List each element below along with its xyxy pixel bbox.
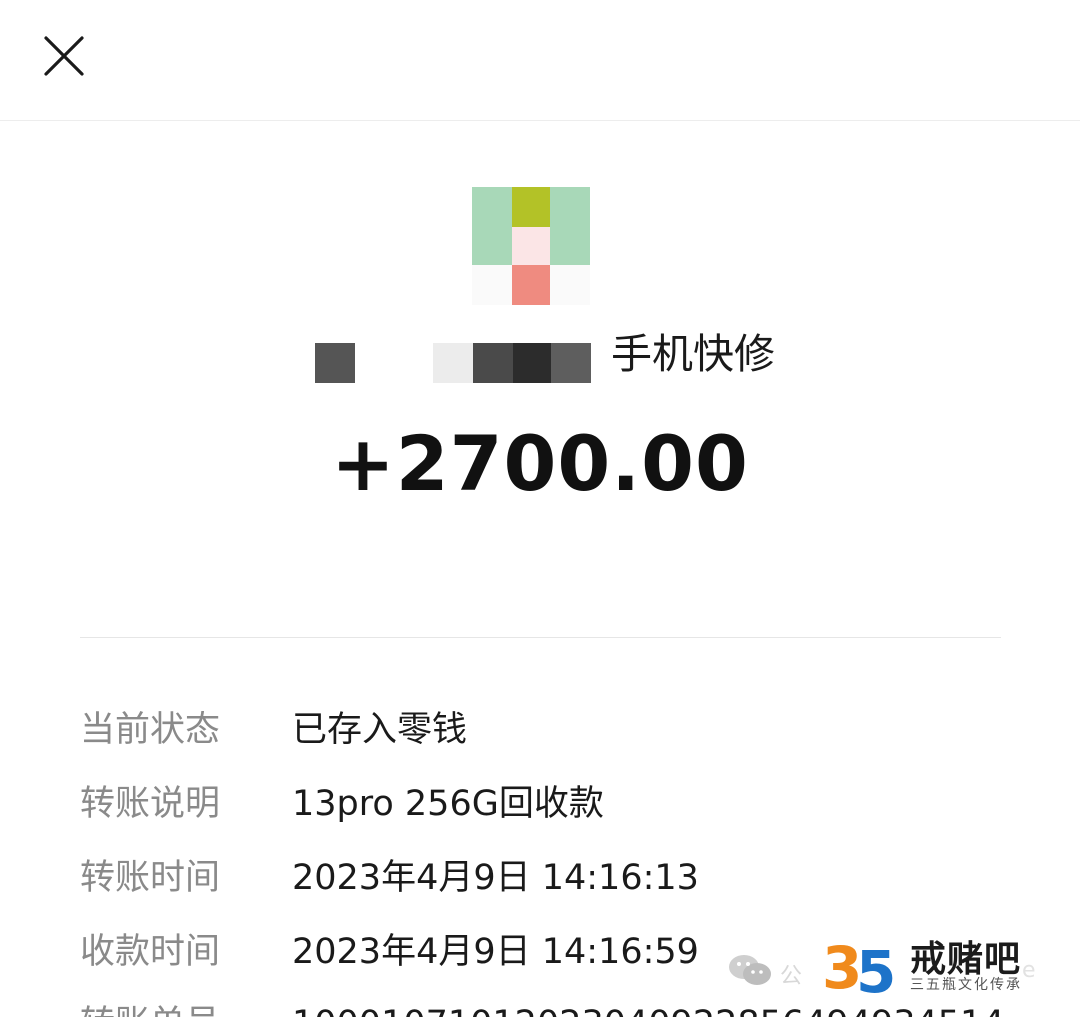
transfer-amount: +2700.00 [331,419,749,508]
divider [80,637,1001,638]
payee-name-text: 手机快修 [611,330,775,378]
close-icon [44,36,84,76]
detail-row-status: 当前状态 已存入零钱 [80,706,1040,754]
detail-value: 13pro 256G回收款 [292,784,604,824]
detail-row-note: 转账说明 13pro 256G回收款 [80,780,1040,828]
detail-value: 已存入零钱 [292,710,468,750]
wechat-icon [729,955,771,985]
payee-name: 手机快修 [315,322,775,392]
detail-value: 2023年4月9日 14:16:13 [292,858,699,898]
top-bar [0,0,1080,121]
name-mosaic-redaction [315,343,591,383]
watermark: 公 3 5 戒赌吧 三五瓶文化传承 e [728,928,1080,998]
detail-value: 10001071012023040922856494934514 [292,1000,1005,1017]
detail-label: 收款时间 [80,932,221,972]
detail-row-transfer-time: 转账时间 2023年4月9日 14:16:13 [80,854,1040,902]
close-button[interactable] [36,28,92,84]
logo-35-icon: 3 5 [822,934,896,998]
detail-label: 转账说明 [80,784,221,824]
detail-label: 转账单号 [80,1000,220,1017]
payee-avatar [472,187,590,305]
detail-label: 转账时间 [80,858,221,898]
watermark-tail: e [1022,958,1036,983]
watermark-prefix: 公 [780,964,805,989]
detail-value: 2023年4月9日 14:16:59 [292,932,699,972]
svg-text:5: 5 [856,938,896,998]
detail-label: 当前状态 [80,710,221,750]
detail-row-transfer-id: 转账单号 10001071012023040922856494934514 [80,1000,1040,1017]
watermark-slogan: 三五瓶文化传承 [910,977,1022,993]
